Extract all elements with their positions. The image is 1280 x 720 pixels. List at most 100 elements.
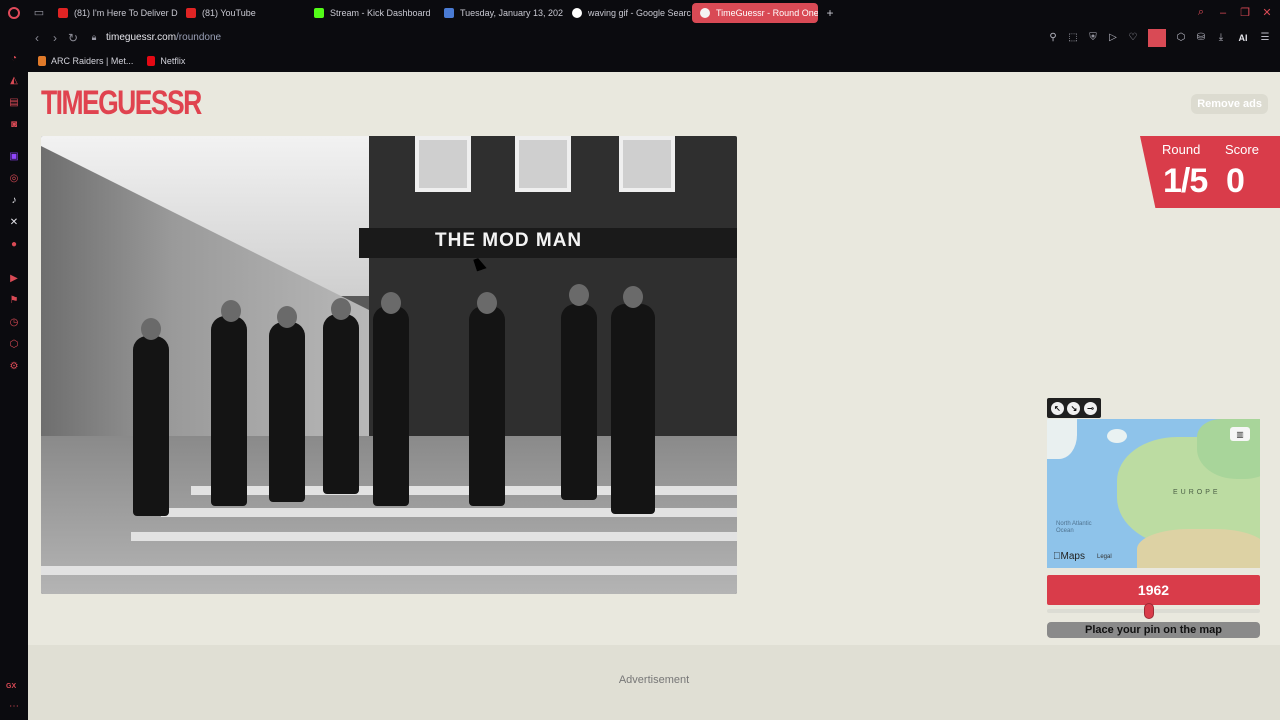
map-land [1047, 419, 1077, 459]
download-icon[interactable]: ⤓ [1212, 29, 1230, 47]
heart-icon[interactable]: ♡ [1124, 29, 1142, 47]
settings-icon[interactable]: ⚙ [7, 359, 21, 373]
photo-person [269, 322, 305, 502]
kick-icon [314, 7, 324, 18]
opera-gx-logo[interactable] [0, 0, 28, 25]
round-value: 1/5 [1163, 162, 1208, 200]
photo-shop-sign: THE MOD MAN [435, 230, 583, 251]
round-photo[interactable]: THE MOD MAN [41, 136, 737, 594]
window-controls: ⌕ – ❐ ✕ [1192, 3, 1280, 23]
photo-person [561, 304, 597, 500]
map-legal-link[interactable]: Legal [1097, 554, 1112, 560]
search-icon[interactable]: ⌕ [1192, 3, 1210, 23]
news-icon[interactable]: ▤ [7, 95, 21, 109]
x-icon[interactable]: ✕ [7, 215, 21, 229]
bookmark-arc-raiders[interactable]: ARC Raiders | Met... [38, 56, 133, 66]
music-icon[interactable]: ● [7, 237, 21, 251]
shrink-map-icon[interactable]: ↘ [1067, 401, 1081, 415]
more-icon[interactable]: ⋯ [7, 699, 21, 713]
wallet-icon[interactable]: ⛁ [1192, 29, 1210, 47]
expand-map-icon[interactable]: ↖ [1050, 401, 1064, 415]
close-icon[interactable]: ✕ [1258, 3, 1276, 23]
tiktok-icon[interactable]: ♪ [7, 193, 21, 207]
back-icon[interactable]: ‹ [28, 28, 46, 48]
new-tab-button[interactable]: + [822, 5, 838, 21]
player-icon[interactable]: ▶ [7, 271, 21, 285]
address-bar: ‹ › ↻ 🔒︎ timeguessr.com/roundone ⚲ ⬚ ⛨ ▷… [28, 25, 1280, 50]
tab-timeguessr[interactable]: TimeGuessr - Round One [692, 2, 818, 23]
url-field[interactable]: timeguessr.com/roundone [106, 32, 221, 43]
tab-youtube[interactable]: (81) YouTube [178, 3, 306, 23]
gx-corner-icon[interactable]: ◭ [7, 73, 21, 87]
pin-icon[interactable]: ⚲ [1044, 29, 1062, 47]
snapshot-icon[interactable]: ⬚ [1064, 29, 1082, 47]
map-brand-label: Maps [1053, 551, 1085, 562]
photo-head [277, 306, 297, 328]
tab-youtube-video[interactable]: (81) I'm Here To Deliver Da [50, 3, 178, 23]
map-type-icon[interactable]: ▥ [1230, 427, 1250, 441]
apple-icon:  [1053, 551, 1061, 562]
minimize-icon[interactable]: – [1214, 3, 1232, 23]
tab-kick-dashboard[interactable]: Stream - Kick Dashboard [306, 3, 436, 23]
round-label: Round [1162, 142, 1201, 157]
ai-button[interactable]: AI [1232, 29, 1254, 47]
guess-map[interactable]: EUROPE North Atlantic Ocean Maps Legal … [1047, 419, 1260, 568]
bookmark-label: ARC Raiders | Met... [51, 56, 134, 66]
timeguessr-page: TIMEGUESSR Remove ads THE MOD MAN Round … [28, 72, 1280, 720]
reload-icon[interactable]: ↻ [64, 28, 82, 48]
menu-icon[interactable]: ☰ [1256, 29, 1274, 47]
shield-icon[interactable]: ⛨ [1084, 29, 1102, 47]
photo-head [331, 298, 351, 320]
tab-bar: ▭ (81) I'm Here To Deliver Da (81) YouTu… [0, 0, 1280, 25]
speed-dial-icon[interactable]: ◔ [7, 51, 21, 65]
tab-label: (81) YouTube [202, 7, 256, 18]
play-icon[interactable]: ▷ [1104, 29, 1122, 47]
tab-google-search[interactable]: waving gif - Google Searc [564, 3, 692, 23]
tab-label: Tuesday, January 13, 202 [460, 7, 564, 18]
bookmark-label: Netflix [160, 56, 186, 66]
map-land [1107, 429, 1127, 443]
photo-person [133, 336, 169, 516]
photo-person [469, 306, 505, 506]
tab-label: waving gif - Google Searc [588, 7, 692, 18]
year-slider-thumb[interactable] [1144, 603, 1155, 619]
score-label: Score [1225, 142, 1259, 157]
crosswalk-stripe [41, 566, 737, 575]
timeguessr-logo[interactable]: TIMEGUESSR [41, 82, 202, 124]
extensions-sidebar-icon[interactable]: ⬡ [7, 337, 21, 351]
photo-window [619, 136, 675, 192]
photo-head [381, 292, 401, 314]
instagram-icon[interactable]: ◎ [7, 171, 21, 185]
messenger-icon[interactable]: ◙ [7, 117, 21, 131]
workspaces-icon[interactable]: ▭ [28, 0, 50, 25]
twitch-icon[interactable]: ▣ [7, 149, 21, 163]
arc-raiders-icon [38, 56, 46, 66]
bookmark-netflix[interactable]: Netflix [147, 56, 185, 66]
extensions-icon[interactable]: ⬡ [1172, 29, 1190, 47]
year-display: 1962 [1047, 575, 1260, 605]
map-region-label: EUROPE [1173, 489, 1221, 496]
bookmarks-bar: ARC Raiders | Met... Netflix [28, 50, 1280, 72]
photo-head [221, 300, 241, 322]
maximize-icon[interactable]: ❐ [1236, 3, 1254, 23]
address-bar-actions: ⚲ ⬚ ⛨ ▷ ♡ ⬡ ⛁ ⤓ AI ☰ [1044, 28, 1280, 47]
separator [1148, 28, 1166, 47]
tab-label: (81) I'm Here To Deliver Da [74, 7, 178, 18]
map-ocean-label: North Atlantic Ocean [1056, 521, 1092, 534]
map-size-controls: ↖ ↘ ⊸ [1047, 398, 1101, 418]
photo-person [611, 304, 655, 514]
lock-icon[interactable]: 🔒︎ [86, 32, 102, 43]
place-pin-button[interactable]: Place your pin on the map [1047, 622, 1260, 638]
forward-icon[interactable]: › [46, 28, 64, 48]
photo-person [211, 316, 247, 506]
remove-ads-button[interactable]: Remove ads [1191, 94, 1268, 114]
url-host: timeguessr.com [106, 32, 177, 43]
youtube-icon [186, 7, 196, 18]
pin-map-icon[interactable]: ⊸ [1084, 401, 1098, 415]
photo-head [141, 318, 161, 340]
tab-calendar-date[interactable]: Tuesday, January 13, 202 [436, 3, 564, 23]
pinboard-icon[interactable]: ⚑ [7, 293, 21, 307]
gx-label[interactable]: GX [6, 683, 16, 690]
crosswalk-stripe [131, 532, 737, 541]
history-icon[interactable]: ◷ [7, 315, 21, 329]
